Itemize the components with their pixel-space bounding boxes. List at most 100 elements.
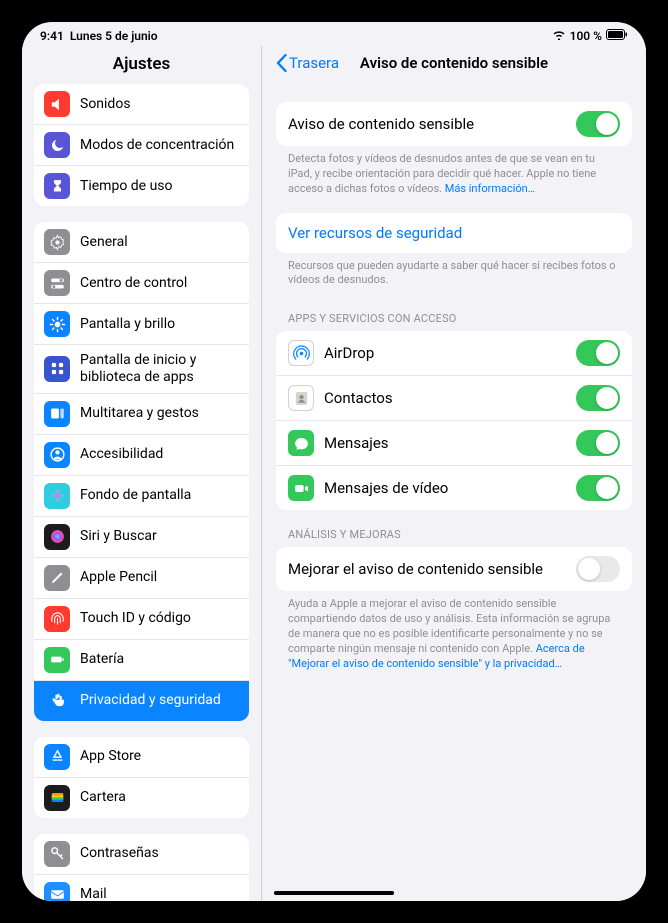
sidebar-item-pencil[interactable]: Apple Pencil [34, 558, 249, 599]
sidebar-item-label: Fondo de pantalla [80, 487, 191, 504]
sidebar-item-label: Tiempo de uso [80, 178, 173, 195]
sidebar-item-label: Siri y Buscar [80, 528, 157, 545]
analysis-section-header: ANÁLISIS Y MEJORAS [276, 510, 632, 547]
app-access-row-messages: Mensajes [276, 421, 632, 466]
sidebar-item-display[interactable]: Pantalla y brillo [34, 304, 249, 345]
sidebar-item-label: Pantalla y brillo [80, 316, 175, 333]
sidebar-item-wallpaper[interactable]: Fondo de pantalla [34, 476, 249, 517]
sidebar-item-label: Apple Pencil [80, 569, 157, 586]
sidebar-item-label: Sonidos [80, 96, 131, 113]
sidebar-item-multitask[interactable]: Multitarea y gestos [34, 394, 249, 435]
sidebar-item-screentime[interactable]: Tiempo de uso [34, 166, 249, 206]
battery-percent: 100 % [570, 29, 602, 43]
chevron-left-icon [276, 54, 287, 72]
contacts-icon [288, 385, 314, 411]
app-access-row-airdrop: AirDrop [276, 331, 632, 376]
sidebar-item-touchid[interactable]: Touch ID y código [34, 599, 249, 640]
sensitive-content-warning-label: Aviso de contenido sensible [288, 115, 576, 133]
sidebar-item-general[interactable]: General [34, 222, 249, 263]
wallet-icon [44, 785, 70, 811]
more-info-link[interactable]: Más información… [445, 182, 535, 195]
apps-section-header: APPS Y SERVICIOS CON ACCESO [276, 294, 632, 331]
sidebar-item-label: Modos de concentración [80, 137, 234, 154]
facetime-icon [288, 475, 314, 501]
grid-icon [44, 356, 70, 382]
sensitive-content-warning-row: Aviso de contenido sensible [276, 102, 632, 146]
app-toggle-messages[interactable] [576, 430, 620, 456]
back-button[interactable]: Trasera [276, 54, 339, 72]
sidebar-item-label: Batería [80, 651, 124, 668]
sidebar-item-siri[interactable]: Siri y Buscar [34, 517, 249, 558]
app-access-row-facetime: Mensajes de vídeo [276, 466, 632, 510]
app-toggle-contacts2[interactable] [576, 385, 620, 411]
app-toggle-facetime[interactable] [576, 475, 620, 501]
status-time: 9:41 [40, 29, 64, 43]
app-access-row-contacts2: Contactos [276, 376, 632, 421]
sidebar-item-label: App Store [80, 748, 141, 765]
settings-sidebar: Ajustes Sonidos Modos de concentración Tie… [22, 46, 262, 901]
improve-warning-toggle[interactable] [576, 556, 620, 582]
hand-icon [44, 688, 70, 714]
gear-icon [44, 229, 70, 255]
sidebar-item-homescreen[interactable]: Pantalla de inicio y biblioteca de apps [34, 345, 249, 394]
sidebar-item-focus[interactable]: Modos de concentración [34, 125, 249, 166]
view-safety-resources-label: Ver recursos de seguridad [288, 224, 462, 242]
sidebar-item-mail[interactable]: Mail [34, 875, 249, 901]
sidebar-item-controlcenter[interactable]: Centro de control [34, 263, 249, 304]
view-safety-resources-row[interactable]: Ver recursos de seguridad [276, 213, 632, 253]
status-date: Lunes 5 de junio [70, 29, 158, 43]
siri-icon [44, 524, 70, 550]
message-icon [288, 430, 314, 456]
pencil-icon [44, 565, 70, 591]
sidebar-item-label: General [80, 234, 128, 251]
back-label: Trasera [289, 54, 339, 72]
person-icon [44, 442, 70, 468]
detail-title: Aviso de contenido sensible [360, 54, 548, 72]
airdrop-icon [288, 340, 314, 366]
improve-warning-row: Mejorar el aviso de contenido sensible [276, 547, 632, 591]
improve-footer-text: Ayuda a Apple a mejorar el aviso de cont… [276, 591, 632, 671]
sidebar-item-label: Multitarea y gestos [80, 405, 199, 422]
sidebar-item-passwords[interactable]: Contraseñas [34, 834, 249, 875]
multitask-icon [44, 401, 70, 427]
battery-icon [44, 647, 70, 673]
resources-footer-text: Recursos que pueden ayudarte a saber qué… [276, 253, 632, 289]
sidebar-item-battery[interactable]: Batería [34, 640, 249, 681]
app-toggle-airdrop[interactable] [576, 340, 620, 366]
home-indicator[interactable] [274, 891, 394, 895]
sidebar-item-label: Touch ID y código [80, 610, 191, 627]
sun-icon [44, 311, 70, 337]
sensitive-content-warning-toggle[interactable] [576, 111, 620, 137]
app-label: Mensajes de vídeo [324, 479, 576, 497]
sidebar-item-accessibility[interactable]: Accesibilidad [34, 435, 249, 476]
improve-warning-label: Mejorar el aviso de contenido sensible [288, 560, 576, 578]
main-footer-text: Detecta fotos y vídeos de desnudos antes… [276, 146, 632, 197]
app-label: AirDrop [324, 344, 576, 362]
appstore-icon [44, 744, 70, 770]
detail-pane: Trasera Aviso de contenido sensible Avis… [262, 46, 646, 901]
sidebar-title: Ajustes [22, 46, 261, 84]
sidebar-item-label: Contraseñas [80, 845, 159, 862]
wifi-icon [552, 29, 566, 43]
sidebar-item-label: Centro de control [80, 275, 187, 292]
sidebar-item-wallet[interactable]: Cartera [34, 778, 249, 818]
moon-icon [44, 132, 70, 158]
mail-icon [44, 882, 70, 901]
key-icon [44, 841, 70, 867]
hourglass-icon [44, 173, 70, 199]
sidebar-item-appstore[interactable]: App Store [34, 737, 249, 778]
sidebar-item-label: Mail [80, 886, 107, 901]
app-label: Contactos [324, 389, 576, 407]
sidebar-item-sounds[interactable]: Sonidos [34, 84, 249, 125]
volume-icon [44, 91, 70, 117]
app-label: Mensajes [324, 434, 576, 452]
sidebar-item-privacy[interactable]: Privacidad y seguridad [34, 681, 249, 721]
sidebar-item-label: Cartera [80, 789, 126, 806]
status-bar: 9:41 Lunes 5 de junio 100 % [22, 22, 646, 46]
flower-icon [44, 483, 70, 509]
battery-icon [606, 29, 628, 43]
sidebar-item-label: Privacidad y seguridad [80, 692, 221, 709]
fingerprint-icon [44, 606, 70, 632]
sidebar-item-label: Pantalla de inicio y biblioteca de apps [80, 352, 239, 386]
switches-icon [44, 270, 70, 296]
